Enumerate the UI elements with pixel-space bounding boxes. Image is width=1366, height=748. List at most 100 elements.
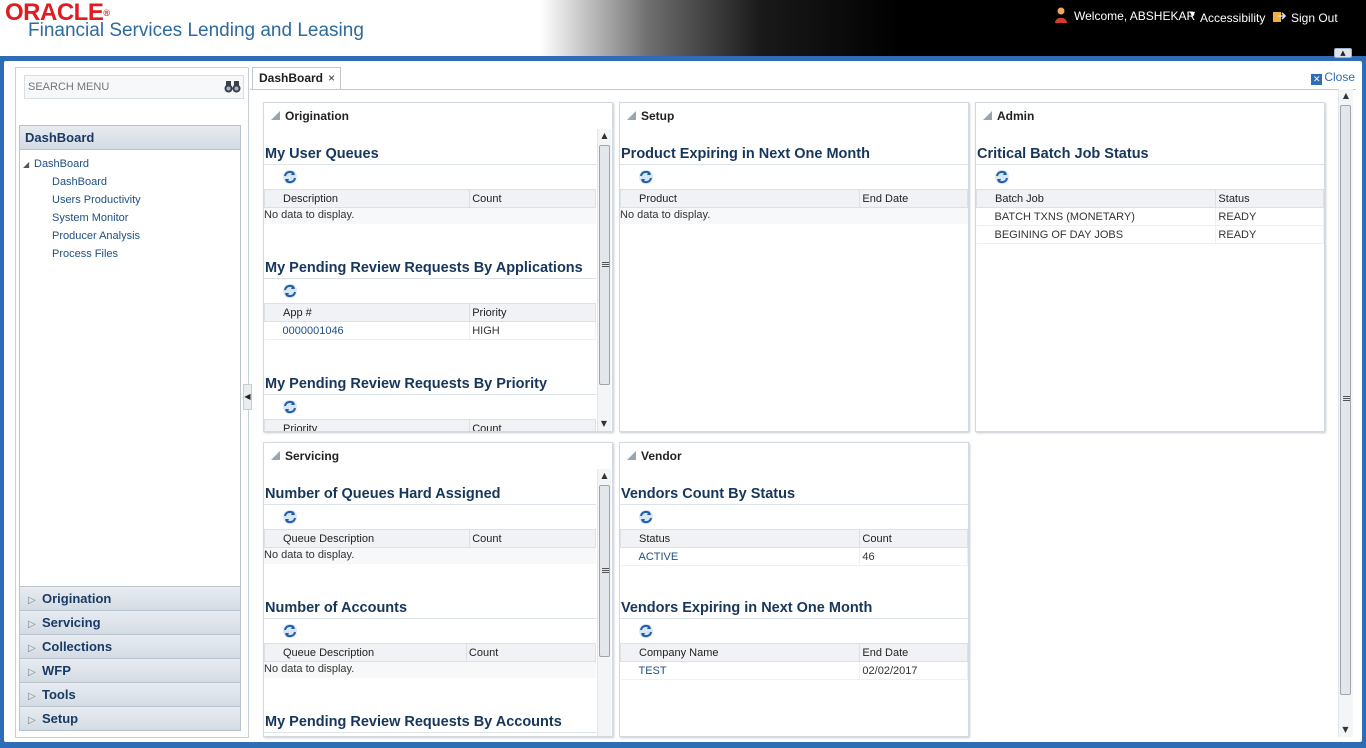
app-number-link[interactable]: 0000001046 [264, 321, 471, 340]
column-header[interactable]: Description [264, 189, 471, 208]
column-header[interactable]: Queue Description [264, 643, 467, 662]
column-header[interactable]: Product [620, 189, 861, 208]
section-title: My User Queues [265, 146, 379, 162]
accordion-dashboard[interactable]: DashBoard [20, 126, 240, 150]
column-header[interactable]: Batch Job [976, 189, 1217, 208]
refresh-icon[interactable] [638, 509, 654, 525]
welcome-menu[interactable]: Welcome, ABSHEKAR [1074, 9, 1195, 23]
scroll-up-icon[interactable]: ▲ [598, 469, 611, 483]
column-header[interactable]: Priority [264, 419, 471, 431]
chevron-down-icon[interactable]: ▼ [1188, 9, 1197, 19]
column-header[interactable]: Priority [469, 303, 596, 322]
binoculars-search-icon[interactable] [224, 79, 241, 94]
empty-message: No data to display. [264, 662, 596, 678]
header-user-area: Welcome, ABSHEKAR ▼ Accessibility Sign O… [1036, 0, 1366, 32]
page-scrollbar[interactable]: ▲ ▼ [1338, 89, 1353, 737]
tree-item-system-monitor[interactable]: System Monitor [20, 209, 240, 227]
column-header[interactable]: Count [465, 643, 596, 662]
refresh-icon[interactable] [282, 169, 298, 185]
portlet-header[interactable]: Admin [976, 103, 1324, 129]
close-page-button[interactable]: ✕ Close [1311, 70, 1355, 85]
portlet-setup: Setup Product Expiring in Next One Month… [619, 102, 969, 432]
search-input[interactable] [25, 76, 225, 98]
tree-item-producer-analysis[interactable]: Producer Analysis [20, 227, 240, 245]
scroll-down-icon[interactable]: ▼ [1339, 723, 1352, 737]
table-row[interactable]: TEST 02/02/2017 [620, 661, 968, 680]
accordion-setup[interactable]: ▷ Setup [20, 706, 240, 730]
chevron-right-icon: ▷ [28, 643, 36, 654]
section-title: My Pending Review Requests By Applicatio… [265, 260, 583, 276]
portlet-scrollbar[interactable]: ▲ ▼ [597, 129, 611, 431]
accessibility-link[interactable]: Accessibility [1200, 11, 1265, 25]
tree-root-dashboard[interactable]: ◢ DashBoard [20, 155, 240, 173]
portlet-header[interactable]: Vendor [620, 443, 968, 469]
accordion-collections[interactable]: ▷ Collections [20, 634, 240, 658]
refresh-icon[interactable] [282, 399, 298, 415]
collapse-header-button[interactable]: ▲ [1334, 48, 1352, 58]
accordion-origination[interactable]: ▷ Origination [20, 586, 240, 610]
chevron-right-icon: ▷ [28, 691, 36, 702]
company-link[interactable]: TEST [620, 661, 861, 680]
column-header[interactable]: Queue Description [264, 529, 471, 548]
main-frame: ▲ DashBoard ◢DashBoard [0, 48, 1366, 748]
tree-item-process-files[interactable]: Process Files [20, 245, 240, 263]
expand-icon[interactable]: ◢ [23, 156, 34, 174]
portlet-header[interactable]: Setup [620, 103, 968, 129]
column-header[interactable]: Count [469, 189, 596, 208]
close-icon[interactable]: ✕ [1311, 74, 1323, 85]
column-header[interactable]: Count [469, 419, 596, 431]
column-header[interactable]: App # [264, 303, 471, 322]
scroll-thumb[interactable] [1340, 105, 1351, 695]
user-queues-table: Description Count [264, 189, 596, 208]
scroll-down-icon[interactable]: ▼ [598, 417, 610, 431]
refresh-icon[interactable] [638, 623, 654, 639]
column-header[interactable]: Count [469, 529, 596, 548]
tab-dashboard[interactable]: DashBoard × [252, 67, 341, 89]
empty-message: No data to display. [264, 548, 596, 564]
portlet-header[interactable]: Servicing [264, 443, 612, 469]
column-header[interactable]: Status [1215, 189, 1324, 208]
tab-close-icon[interactable]: × [328, 68, 335, 88]
column-header[interactable]: End Date [859, 189, 968, 208]
section-title: My Pending Review Requests By Priority [265, 376, 548, 392]
accordion-wfp[interactable]: ▷ WFP [20, 658, 240, 682]
table-row[interactable]: BATCH TXNS (MONETARY) READY [976, 207, 1324, 226]
refresh-icon[interactable] [994, 169, 1010, 185]
column-header[interactable]: Count [859, 529, 968, 548]
collapse-triangle-icon[interactable] [627, 111, 636, 120]
portlet-scrollbar[interactable]: ▲ [597, 469, 611, 736]
accordion-servicing[interactable]: ▷ Servicing [20, 610, 240, 634]
table-row[interactable]: BEGINING OF DAY JOBS READY [976, 225, 1324, 244]
refresh-icon[interactable] [282, 623, 298, 639]
column-header[interactable]: Company Name [620, 643, 861, 662]
scroll-up-icon[interactable]: ▲ [598, 129, 611, 143]
scroll-thumb[interactable] [599, 145, 610, 385]
batch-job-table: Batch Job Status BATCH TXNS (MONETARY) REA… [976, 189, 1324, 244]
portlet-header[interactable]: Origination [264, 103, 612, 129]
column-header[interactable]: Status [620, 529, 861, 548]
navigation-tree: ◢ DashBoard DashBoard Users Productivity … [20, 150, 240, 263]
section-title: Number of Queues Hard Assigned [265, 486, 501, 502]
navigation-panel: DashBoard ◢ DashBoard DashBoard Users Pro… [19, 125, 241, 731]
tree-item-users-productivity[interactable]: Users Productivity [20, 191, 240, 209]
column-header[interactable]: End Date [859, 643, 968, 662]
refresh-icon[interactable] [282, 509, 298, 525]
scroll-thumb[interactable] [599, 485, 610, 657]
collapse-triangle-icon[interactable] [983, 111, 992, 120]
refresh-icon[interactable] [282, 283, 298, 299]
collapse-triangle-icon[interactable] [271, 451, 280, 460]
sign-out-link[interactable]: Sign Out [1291, 11, 1338, 25]
collapse-triangle-icon[interactable] [271, 111, 280, 120]
section-title: Product Expiring in Next One Month [621, 146, 870, 162]
accordion-tools[interactable]: ▷ Tools [20, 682, 240, 706]
table-row[interactable]: 0000001046 HIGH [264, 321, 596, 340]
tree-item-dashboard[interactable]: DashBoard [20, 173, 240, 191]
section-title: Critical Batch Job Status [977, 146, 1149, 162]
sidebar-collapse-handle[interactable]: ◀ [243, 384, 252, 410]
status-link[interactable]: ACTIVE [620, 547, 861, 566]
refresh-icon[interactable] [638, 169, 654, 185]
sign-out-icon[interactable] [1272, 9, 1286, 23]
scroll-up-icon[interactable]: ▲ [1339, 89, 1353, 103]
collapse-triangle-icon[interactable] [627, 451, 636, 460]
table-row[interactable]: ACTIVE 46 [620, 547, 968, 566]
